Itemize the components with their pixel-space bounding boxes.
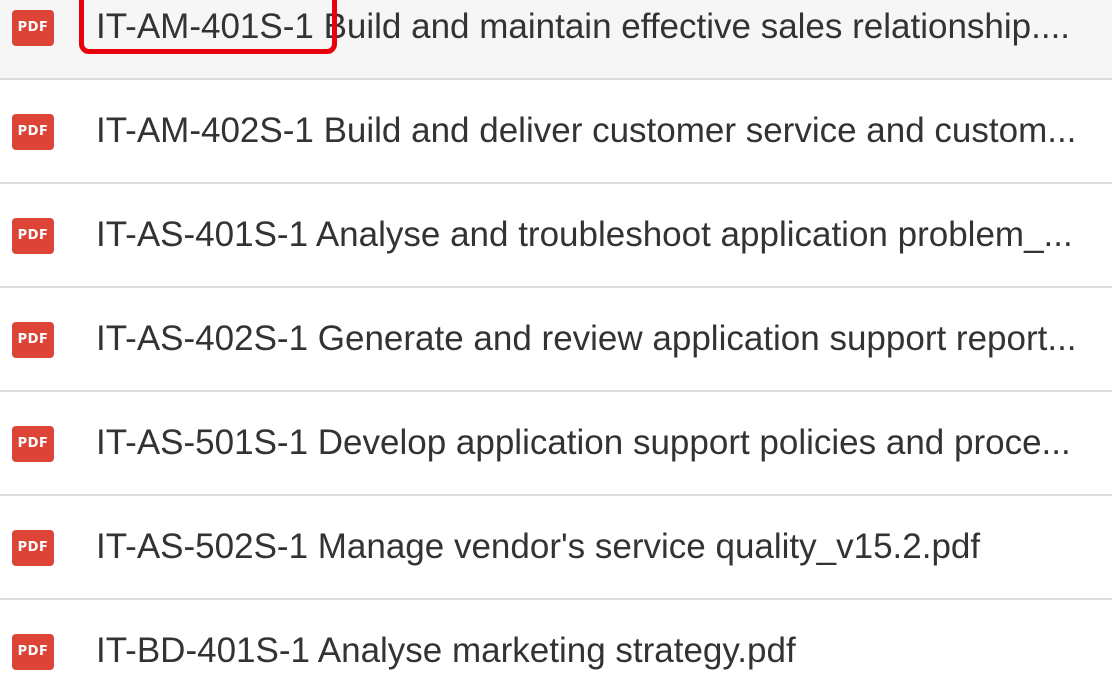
pdf-icon: PDF: [12, 426, 54, 462]
pdf-icon-label: PDF: [17, 540, 49, 555]
file-row[interactable]: PDF IT-AS-401S-1 Analyse and troubleshoo…: [0, 184, 1112, 288]
pdf-icon: PDF: [12, 322, 54, 358]
file-row[interactable]: PDF IT-AS-402S-1 Generate and review app…: [0, 288, 1112, 392]
file-row[interactable]: PDF IT-AS-502S-1 Manage vendor's service…: [0, 496, 1112, 600]
pdf-icon-label: PDF: [17, 436, 49, 451]
file-name[interactable]: IT-AM-402S-1 Build and deliver customer …: [96, 111, 1110, 151]
pdf-icon-label: PDF: [17, 228, 49, 243]
pdf-icon: PDF: [12, 114, 54, 150]
file-row[interactable]: PDF IT-AS-501S-1 Develop application sup…: [0, 392, 1112, 496]
file-name[interactable]: IT-AM-401S-1 Build and maintain effectiv…: [96, 7, 1110, 47]
file-name[interactable]: IT-AS-402S-1 Generate and review applica…: [96, 319, 1110, 359]
file-row[interactable]: PDF IT-AM-401S-1 Build and maintain effe…: [0, 0, 1112, 80]
file-row[interactable]: PDF IT-AM-402S-1 Build and deliver custo…: [0, 80, 1112, 184]
pdf-icon-label: PDF: [17, 644, 49, 659]
pdf-icon: PDF: [12, 530, 54, 566]
pdf-icon: PDF: [12, 634, 54, 670]
pdf-icon: PDF: [12, 10, 54, 46]
pdf-icon: PDF: [12, 218, 54, 254]
file-name[interactable]: IT-AS-502S-1 Manage vendor's service qua…: [96, 527, 1110, 567]
pdf-icon-label: PDF: [17, 124, 49, 139]
file-row[interactable]: PDF IT-BD-401S-1 Analyse marketing strat…: [0, 600, 1112, 676]
file-name[interactable]: IT-AS-401S-1 Analyse and troubleshoot ap…: [96, 215, 1110, 255]
file-name[interactable]: IT-AS-501S-1 Develop application support…: [96, 423, 1110, 463]
pdf-icon-label: PDF: [17, 332, 49, 347]
file-name[interactable]: IT-BD-401S-1 Analyse marketing strategy.…: [96, 631, 1110, 671]
pdf-icon-label: PDF: [17, 20, 49, 35]
file-list: PDF IT-AM-401S-1 Build and maintain effe…: [0, 0, 1112, 676]
